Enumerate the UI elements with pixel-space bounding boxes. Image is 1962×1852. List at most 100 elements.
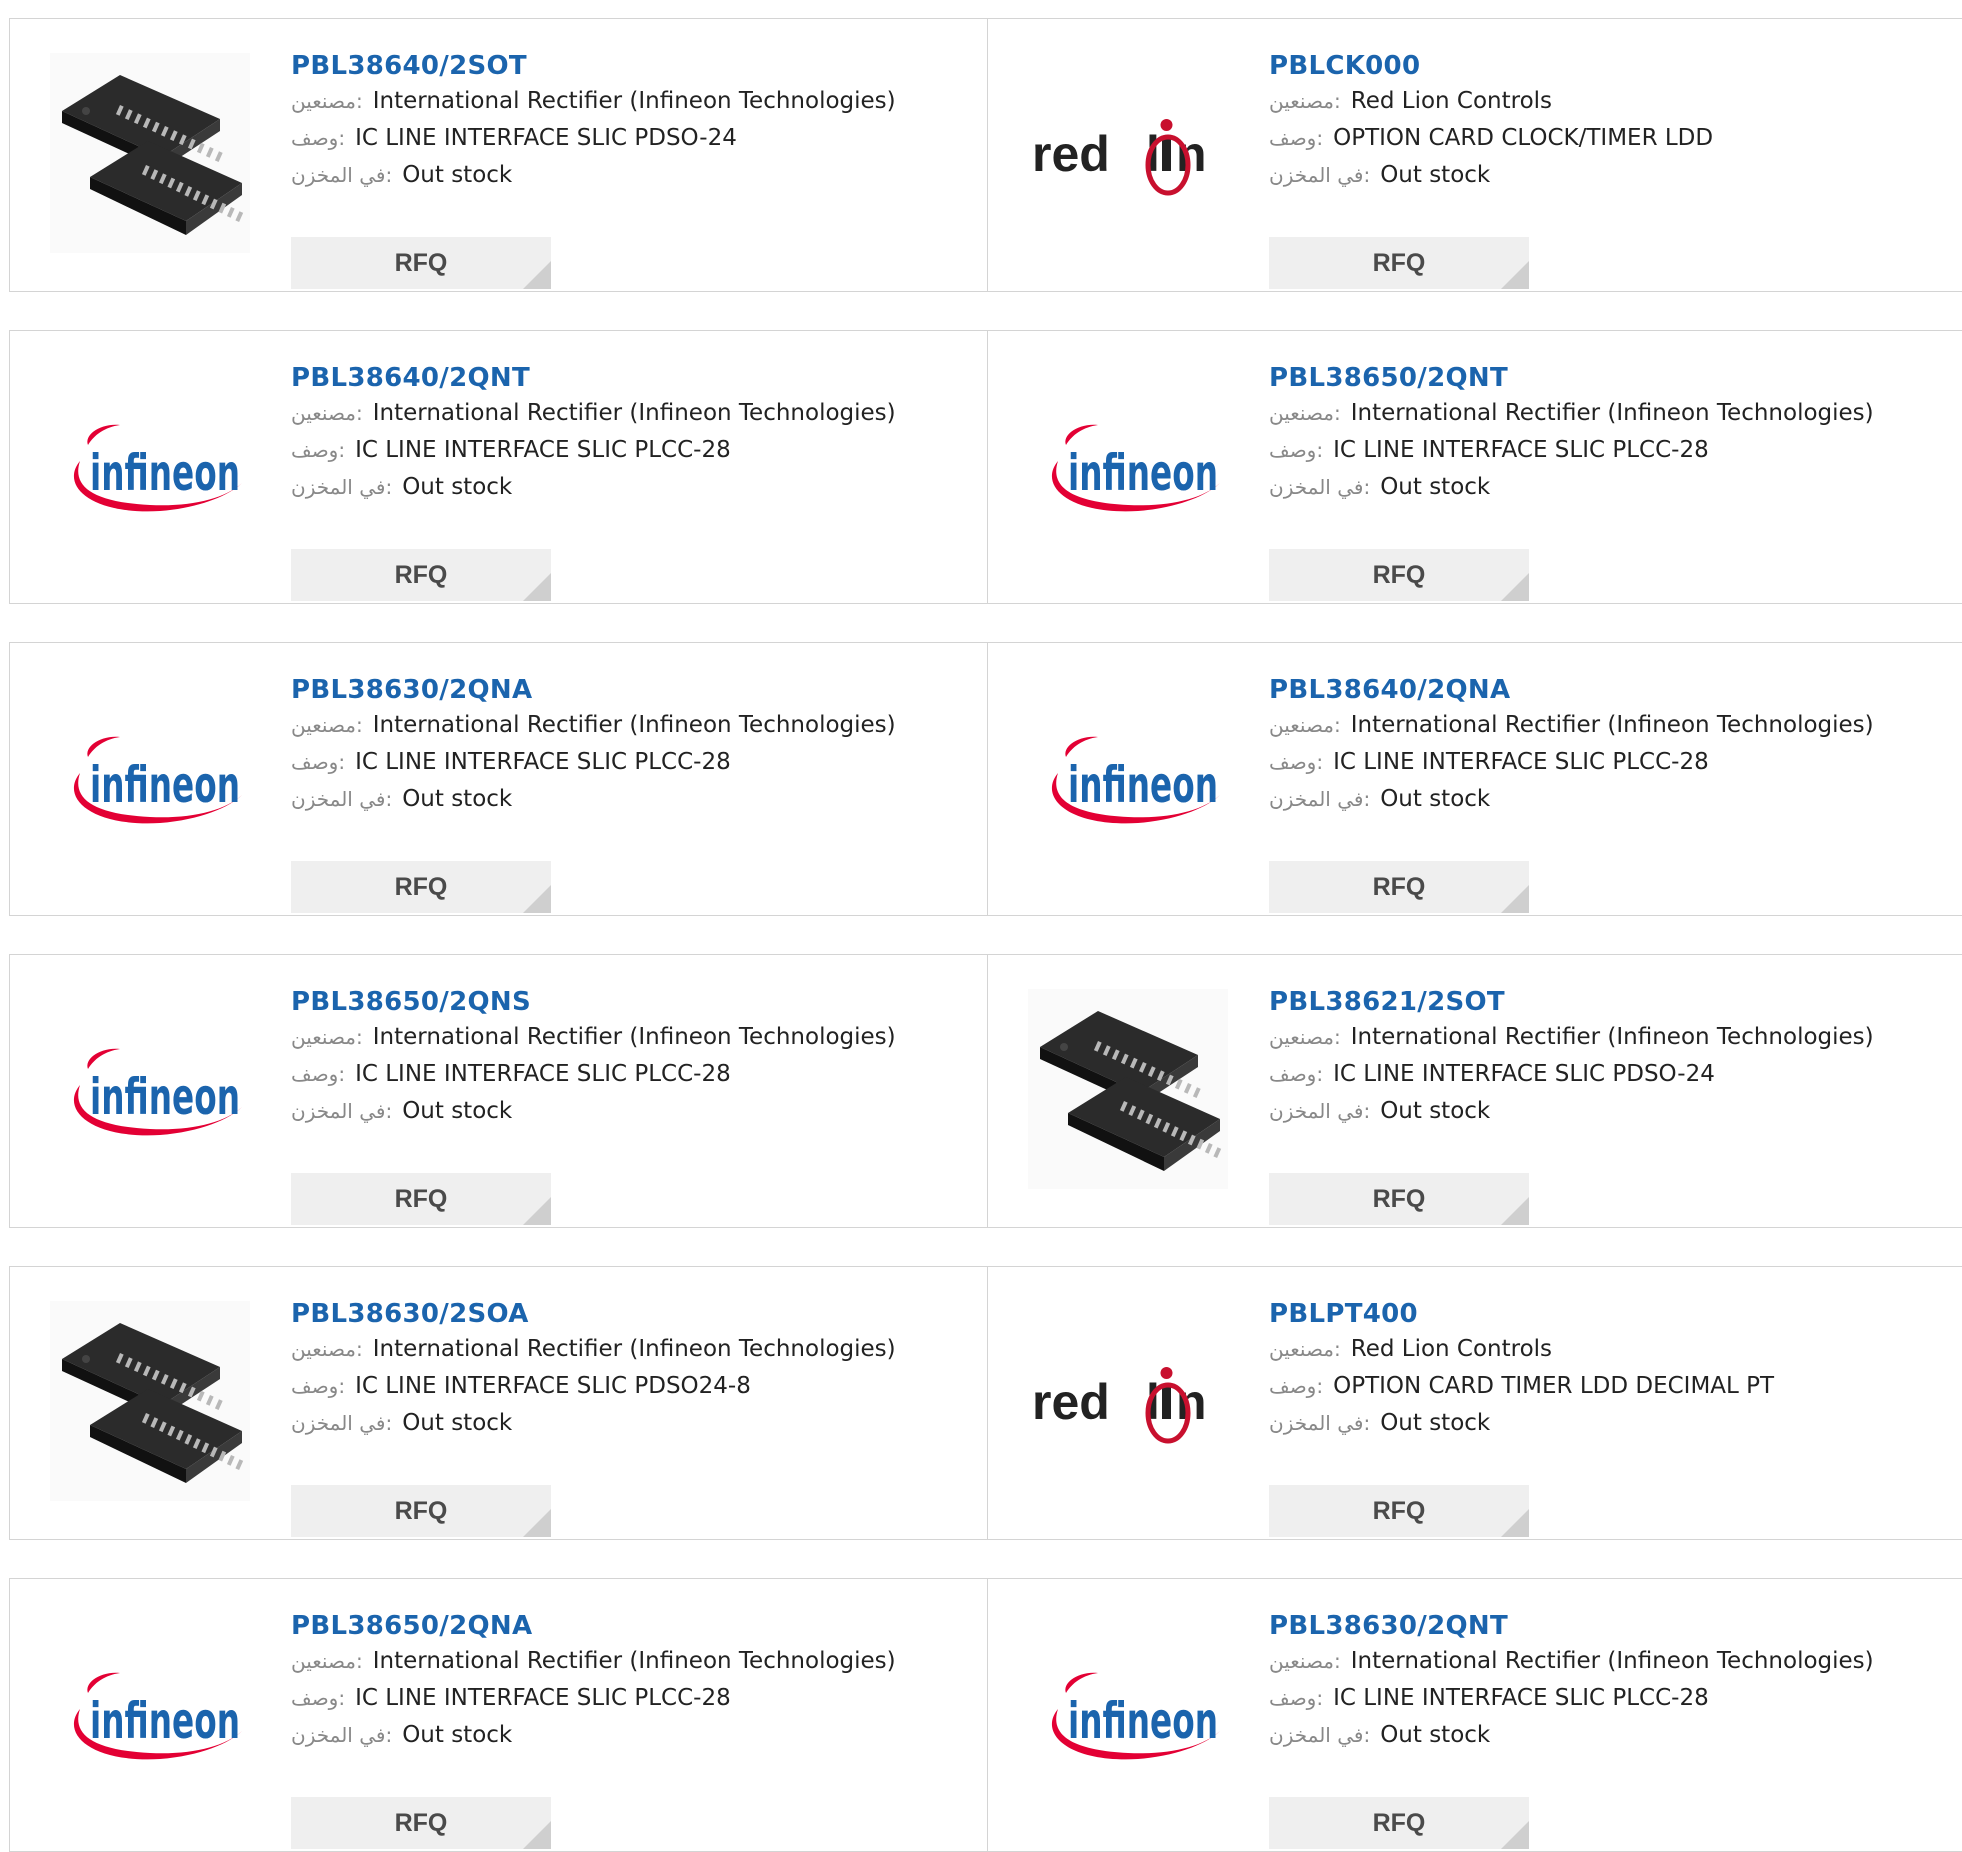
corner-triangle-icon	[523, 261, 551, 289]
manufacturer-line: مصنعين: Red Lion Controls	[1269, 83, 1949, 120]
manufacturer-label: مصنعين:	[1269, 89, 1341, 113]
stock-label: في المخزن:	[1269, 475, 1371, 499]
rfq-button[interactable]: RFQ	[1269, 1485, 1529, 1537]
infineon-logo[interactable]: infineon	[50, 677, 250, 877]
manufacturer-line: مصنعين: International Rectifier (Infineon…	[291, 1019, 971, 1056]
rfq-button-label: RFQ	[1372, 1185, 1426, 1213]
part-number-link[interactable]: PBL38650/2QNS	[291, 985, 971, 1019]
product-card: PBL38621/2SOT مصنعين: International Recti…	[988, 955, 1962, 1227]
manufacturer-value: International Rectifier (Infineon Techno…	[372, 712, 896, 738]
description-value: IC LINE INTERFACE SLIC PLCC-28	[1333, 437, 1709, 463]
description-line: وصف: IC LINE INTERFACE SLIC PLCC-28	[291, 1056, 971, 1093]
rfq-button-label: RFQ	[394, 249, 448, 277]
part-number-link[interactable]: PBL38640/2SOT	[291, 49, 971, 83]
part-number-link[interactable]: PBLCK000	[1269, 49, 1949, 83]
part-number-link[interactable]: PBL38621/2SOT	[1269, 985, 1949, 1019]
product-info: PBL38630/2QNT مصنعين: International Recti…	[1269, 1609, 1949, 1849]
rfq-button[interactable]: RFQ	[291, 861, 551, 913]
rfq-button-label: RFQ	[394, 1185, 448, 1213]
manufacturer-value: International Rectifier (Infineon Techno…	[372, 88, 896, 114]
rfq-button[interactable]: RFQ	[1269, 549, 1529, 601]
chip-image[interactable]	[1028, 989, 1228, 1189]
rfq-button[interactable]: RFQ	[291, 1797, 551, 1849]
stock-label: في المخزن:	[291, 163, 393, 187]
rfq-button[interactable]: RFQ	[1269, 861, 1529, 913]
infineon-logo[interactable]: infineon	[50, 365, 250, 565]
stock-line: في المخزن: Out stock	[291, 469, 971, 506]
chip-image[interactable]	[50, 53, 250, 253]
product-info: PBLPT400 مصنعين: Red Lion Controls وصف: OP…	[1269, 1297, 1949, 1537]
manufacturer-line: مصنعين: International Rectifier (Infineon…	[291, 707, 971, 744]
rfq-button[interactable]: RFQ	[291, 1485, 551, 1537]
stock-label: في المخزن:	[1269, 1099, 1371, 1123]
part-number-link[interactable]: PBL38630/2SOA	[291, 1297, 971, 1331]
stock-value: Out stock	[402, 474, 513, 500]
description-line: وصف: IC LINE INTERFACE SLIC PLCC-28	[1269, 744, 1949, 781]
svg-text:infineon: infineon	[90, 1692, 240, 1750]
description-value: OPTION CARD CLOCK/TIMER LDD	[1333, 125, 1714, 151]
corner-triangle-icon	[1501, 1821, 1529, 1849]
infineon-logo[interactable]: infineon	[1028, 1613, 1228, 1813]
product-row: infineon PBL38650/2QNS مصنعين: Internatio…	[9, 954, 1962, 1228]
manufacturer-line: مصنعين: International Rectifier (Infineon…	[291, 395, 971, 432]
rfq-button-label: RFQ	[1372, 561, 1426, 589]
corner-triangle-icon	[1501, 1197, 1529, 1225]
redlion-logo[interactable]: red l n	[1028, 1301, 1228, 1501]
stock-label: في المخزن:	[291, 787, 393, 811]
stock-line: في المخزن: Out stock	[1269, 1405, 1949, 1442]
stock-value: Out stock	[1380, 1098, 1491, 1124]
rfq-button[interactable]: RFQ	[1269, 1173, 1529, 1225]
rfq-button-label: RFQ	[1372, 249, 1426, 277]
svg-text:n: n	[1176, 1374, 1207, 1430]
part-number-link[interactable]: PBL38640/2QNT	[291, 361, 971, 395]
part-number-link[interactable]: PBL38650/2QNA	[291, 1609, 971, 1643]
corner-triangle-icon	[1501, 885, 1529, 913]
description-label: وصف:	[291, 438, 346, 462]
manufacturer-value: International Rectifier (Infineon Techno…	[372, 400, 896, 426]
infineon-logo[interactable]: infineon	[50, 989, 250, 1189]
stock-value: Out stock	[1380, 1722, 1491, 1748]
manufacturer-line: مصنعين: International Rectifier (Infineon…	[1269, 707, 1949, 744]
chip-image[interactable]	[50, 1301, 250, 1501]
svg-text:infineon: infineon	[90, 444, 240, 502]
stock-line: في المخزن: Out stock	[1269, 469, 1949, 506]
description-line: وصف: IC LINE INTERFACE SLIC PDSO-24	[1269, 1056, 1949, 1093]
svg-text:n: n	[1176, 126, 1207, 182]
infineon-logo[interactable]: infineon	[1028, 677, 1228, 877]
manufacturer-value: International Rectifier (Infineon Techno…	[372, 1336, 896, 1362]
product-card: PBL38630/2SOA مصنعين: International Recti…	[10, 1267, 988, 1539]
rfq-button-label: RFQ	[1372, 1809, 1426, 1837]
product-row: PBL38640/2SOT مصنعين: International Recti…	[9, 18, 1962, 292]
corner-triangle-icon	[1501, 261, 1529, 289]
part-number-link[interactable]: PBL38650/2QNT	[1269, 361, 1949, 395]
description-label: وصف:	[1269, 438, 1324, 462]
redlion-logo[interactable]: red l n	[1028, 53, 1228, 253]
stock-line: في المخزن: Out stock	[1269, 157, 1949, 194]
infineon-logo[interactable]: infineon	[50, 1613, 250, 1813]
manufacturer-label: مصنعين:	[291, 401, 363, 425]
manufacturer-label: مصنعين:	[291, 1337, 363, 1361]
rfq-button[interactable]: RFQ	[1269, 1797, 1529, 1849]
product-card: infineon PBL38630/2QNA مصنعين: Internatio…	[10, 643, 988, 915]
corner-triangle-icon	[523, 1509, 551, 1537]
svg-text:infineon: infineon	[1068, 1692, 1218, 1750]
manufacturer-line: مصنعين: International Rectifier (Infineon…	[1269, 1643, 1949, 1680]
rfq-button[interactable]: RFQ	[291, 1173, 551, 1225]
stock-line: في المخزن: Out stock	[1269, 1717, 1949, 1754]
infineon-logo[interactable]: infineon	[1028, 365, 1228, 565]
rfq-button[interactable]: RFQ	[1269, 237, 1529, 289]
rfq-button[interactable]: RFQ	[291, 549, 551, 601]
rfq-button[interactable]: RFQ	[291, 237, 551, 289]
stock-value: Out stock	[1380, 162, 1491, 188]
part-number-link[interactable]: PBLPT400	[1269, 1297, 1949, 1331]
manufacturer-value: International Rectifier (Infineon Techno…	[372, 1024, 896, 1050]
description-line: وصف: IC LINE INTERFACE SLIC PDSO-24	[291, 120, 971, 157]
manufacturer-label: مصنعين:	[291, 713, 363, 737]
stock-value: Out stock	[402, 162, 513, 188]
part-number-link[interactable]: PBL38630/2QNA	[291, 673, 971, 707]
manufacturer-line: مصنعين: Red Lion Controls	[1269, 1331, 1949, 1368]
rfq-button-label: RFQ	[394, 561, 448, 589]
part-number-link[interactable]: PBL38640/2QNA	[1269, 673, 1949, 707]
part-number-link[interactable]: PBL38630/2QNT	[1269, 1609, 1949, 1643]
description-line: وصف: IC LINE INTERFACE SLIC PLCC-28	[1269, 432, 1949, 469]
